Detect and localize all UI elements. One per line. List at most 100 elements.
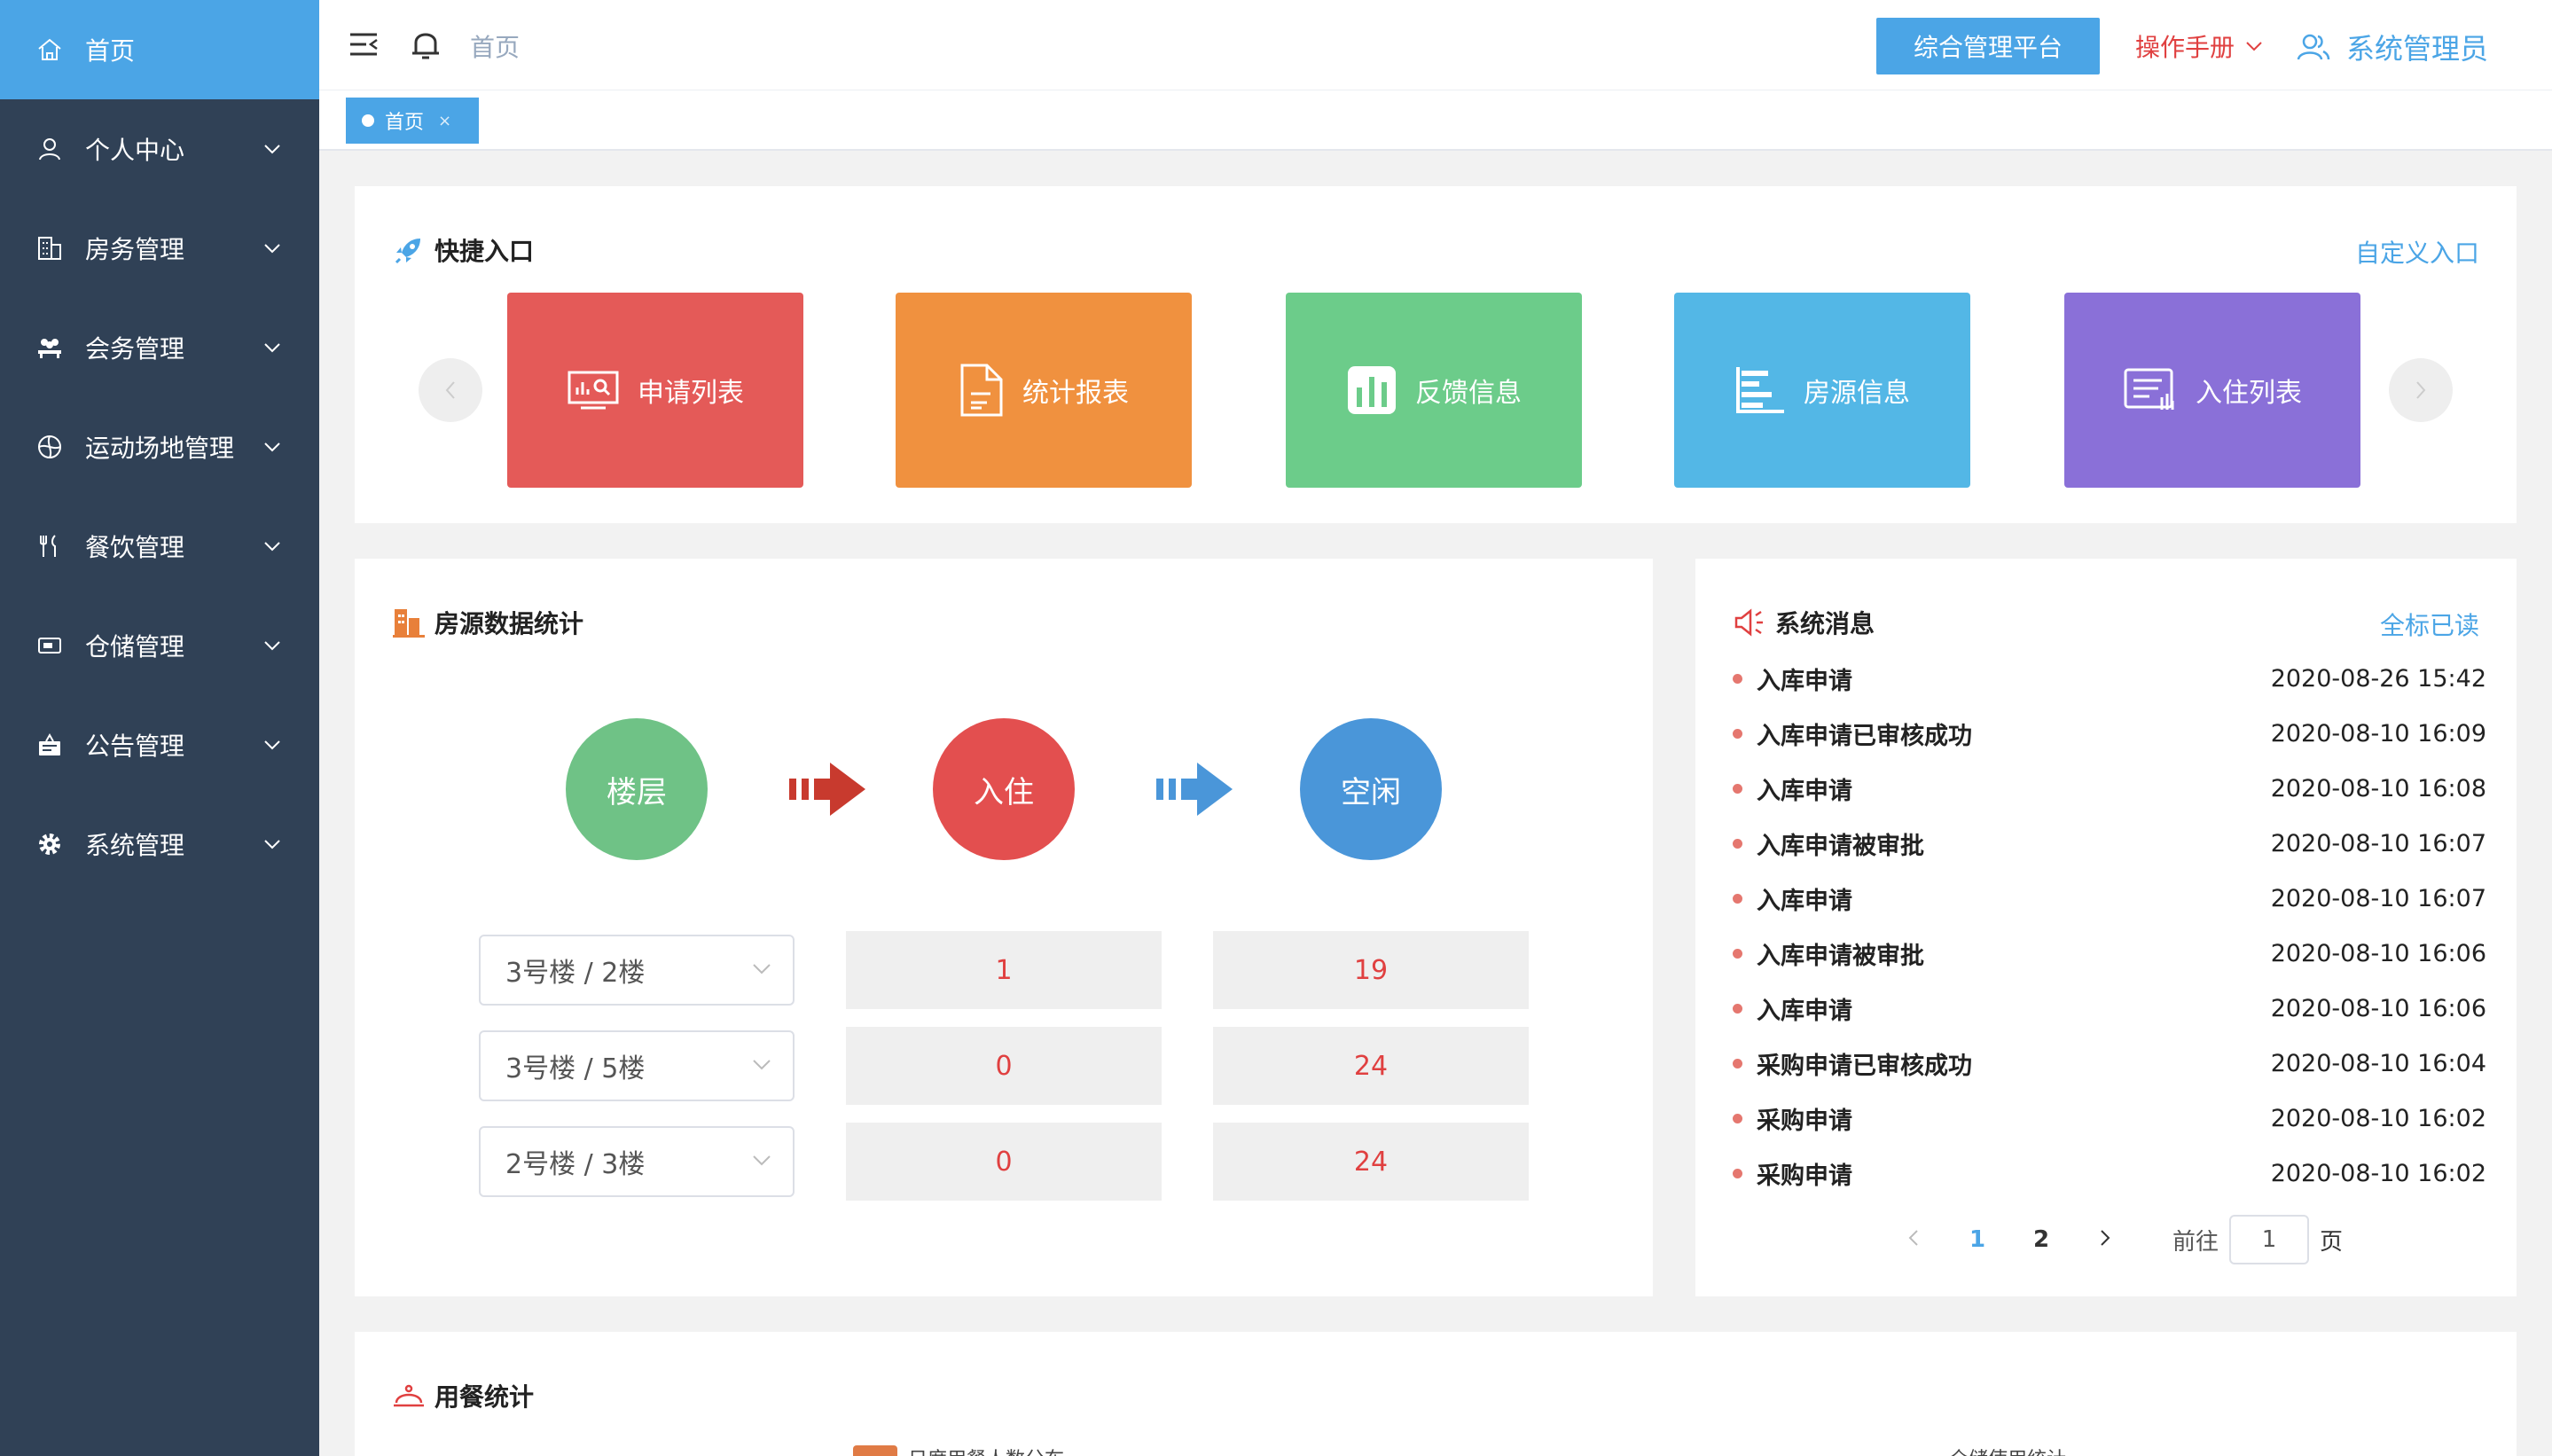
tag-dot — [362, 114, 374, 127]
tile-applications[interactable]: 申请列表 — [507, 293, 803, 488]
message-item[interactable]: 采购申请已审核成功 2020-08-10 16:04 — [1733, 1036, 2486, 1091]
tags-bar: 首页 × — [319, 90, 2552, 151]
free-value: 24 — [1213, 1123, 1529, 1201]
sidebar-item-sports[interactable]: 运动场地管理 — [0, 397, 319, 497]
mark-all-read-link[interactable]: 全标已读 — [2380, 607, 2479, 642]
carousel-next-button[interactable] — [2389, 358, 2453, 422]
floor-select[interactable]: 3号楼 / 2楼 — [479, 935, 795, 1006]
page-2-button[interactable]: 2 — [2009, 1226, 2073, 1253]
carousel-prev-button[interactable] — [419, 358, 482, 422]
message-dot — [1733, 783, 1742, 794]
tile-rooms[interactable]: 房源信息 — [1674, 293, 1970, 488]
message-time: 2020-08-10 16:02 — [2270, 1159, 2486, 1187]
message-title: 采购申请已审核成功 — [1757, 1052, 1972, 1080]
arrow-right-icon — [1156, 763, 1233, 816]
bar-chart-icon — [1348, 366, 1396, 414]
list-icon — [2124, 368, 2174, 410]
message-item[interactable]: 入库申请 2020-08-26 15:42 — [1733, 651, 2486, 706]
message-title: 入库申请 — [1757, 887, 1852, 915]
tag-home[interactable]: 首页 × — [346, 98, 479, 144]
legend-storage-usage: 仓储使用统计 — [1949, 1444, 2066, 1456]
customize-entry-link[interactable]: 自定义入口 — [2355, 234, 2479, 270]
floor-select[interactable]: 3号楼 / 5楼 — [479, 1030, 795, 1101]
message-item[interactable]: 入库申请 2020-08-10 16:08 — [1733, 761, 2486, 816]
message-time: 2020-08-10 16:07 — [2270, 829, 2486, 857]
next-page-button[interactable] — [2073, 1226, 2137, 1253]
sidebar-item-rooms[interactable]: 房务管理 — [0, 199, 319, 298]
user-menu[interactable]: 系统管理员 — [2297, 27, 2488, 67]
message-time: 2020-08-10 16:06 — [2270, 939, 2486, 967]
sidebar-item-label: 公告管理 — [85, 732, 185, 761]
page-1-button[interactable]: 1 — [1945, 1226, 2009, 1253]
sidebar-item-personal[interactable]: 个人中心 — [0, 99, 319, 199]
chevron-down-icon — [262, 239, 282, 258]
tile-label: 入住列表 — [2196, 378, 2302, 409]
message-time: 2020-08-10 16:04 — [2270, 1049, 2486, 1077]
sidebar-item-label: 个人中心 — [85, 136, 185, 165]
platform-button[interactable]: 综合管理平台 — [1876, 18, 2100, 74]
bell-icon[interactable] — [408, 27, 443, 62]
message-item[interactable]: 入库申请已审核成功 2020-08-10 16:09 — [1733, 706, 2486, 761]
sidebar-item-meetings[interactable]: 会务管理 — [0, 298, 319, 397]
prev-page-button[interactable] — [1882, 1226, 1945, 1253]
rocket-icon — [392, 233, 426, 267]
manual-dropdown[interactable]: 操作手册 — [2135, 28, 2263, 64]
message-dot — [1733, 1003, 1742, 1014]
sidebar-item-label: 会务管理 — [85, 334, 185, 364]
message-item[interactable]: 入库申请 2020-08-10 16:07 — [1733, 871, 2486, 926]
message-item[interactable]: 入库申请被审批 2020-08-10 16:06 — [1733, 926, 2486, 981]
message-dot — [1733, 728, 1742, 739]
message-title: 入库申请 — [1757, 777, 1852, 805]
fork-knife-icon — [34, 530, 66, 562]
floor-select[interactable]: 2号楼 / 3楼 — [479, 1126, 795, 1197]
chevron-down-icon — [753, 964, 771, 975]
legend-daily-meals: 日度用餐人数分布 — [908, 1444, 1064, 1456]
message-time: 2020-08-10 16:08 — [2270, 774, 2486, 802]
home-icon — [34, 34, 66, 66]
bar-list-icon — [1736, 367, 1784, 413]
message-time: 2020-08-10 16:07 — [2270, 884, 2486, 912]
sidebar-item-label: 仓储管理 — [85, 632, 185, 661]
close-icon[interactable]: × — [438, 112, 451, 130]
tile-checkins[interactable]: 入住列表 — [2064, 293, 2360, 488]
quick-entry-card: 快捷入口 自定义入口 申请列表 统计报表 反馈信息 房源信息 入住列表 — [355, 186, 2517, 523]
meeting-icon — [34, 332, 66, 364]
message-item[interactable]: 入库申请被审批 2020-08-10 16:07 — [1733, 816, 2486, 871]
sidebar-item-storage[interactable]: 仓储管理 — [0, 596, 319, 695]
message-dot — [1733, 1168, 1742, 1178]
message-item[interactable]: 采购申请 2020-08-10 16:02 — [1733, 1091, 2486, 1146]
sidebar-item-home[interactable]: 首页 — [0, 0, 319, 99]
message-item[interactable]: 入库申请 2020-08-10 16:06 — [1733, 981, 2486, 1036]
message-time: 2020-08-10 16:06 — [2270, 994, 2486, 1022]
occupied-value: 0 — [846, 1027, 1162, 1105]
sidebar-item-system[interactable]: 系统管理 — [0, 795, 319, 894]
message-item[interactable]: 采购申请 2020-08-10 16:02 — [1733, 1146, 2486, 1201]
sidebar-item-dining[interactable]: 餐饮管理 — [0, 497, 319, 596]
goto-suffix: 页 — [2320, 1228, 2344, 1256]
room-stats-title: 房源数据统计 — [392, 605, 583, 640]
message-title: 入库申请被审批 — [1757, 832, 1924, 860]
tile-reports[interactable]: 统计报表 — [896, 293, 1192, 488]
free-value: 19 — [1213, 931, 1529, 1009]
menu-toggle-icon[interactable] — [346, 27, 381, 62]
chevron-down-icon — [753, 1060, 771, 1070]
message-dot — [1733, 673, 1742, 684]
system-messages-title: 系统消息 — [1733, 605, 1875, 640]
tile-label: 申请列表 — [638, 378, 744, 409]
sidebar-item-label: 餐饮管理 — [85, 533, 185, 562]
quick-entry-title: 快捷入口 — [392, 232, 534, 268]
speaker-icon — [1733, 606, 1766, 639]
storage-icon — [34, 630, 66, 661]
goto-page-input[interactable]: 1 — [2229, 1215, 2310, 1264]
sidebar-item-notice[interactable]: 公告管理 — [0, 695, 319, 795]
breadcrumb[interactable]: 首页 — [470, 28, 520, 64]
quick-entry-title-text: 快捷入口 — [434, 237, 535, 266]
cloche-icon — [392, 1379, 426, 1413]
tile-feedback[interactable]: 反馈信息 — [1286, 293, 1582, 488]
notice-icon — [34, 729, 66, 761]
message-dot — [1733, 893, 1742, 904]
message-dot — [1733, 1058, 1742, 1069]
chevron-down-icon — [753, 1155, 771, 1166]
sidebar-item-label: 系统管理 — [85, 831, 185, 860]
room-stats-title-text: 房源数据统计 — [434, 609, 584, 638]
